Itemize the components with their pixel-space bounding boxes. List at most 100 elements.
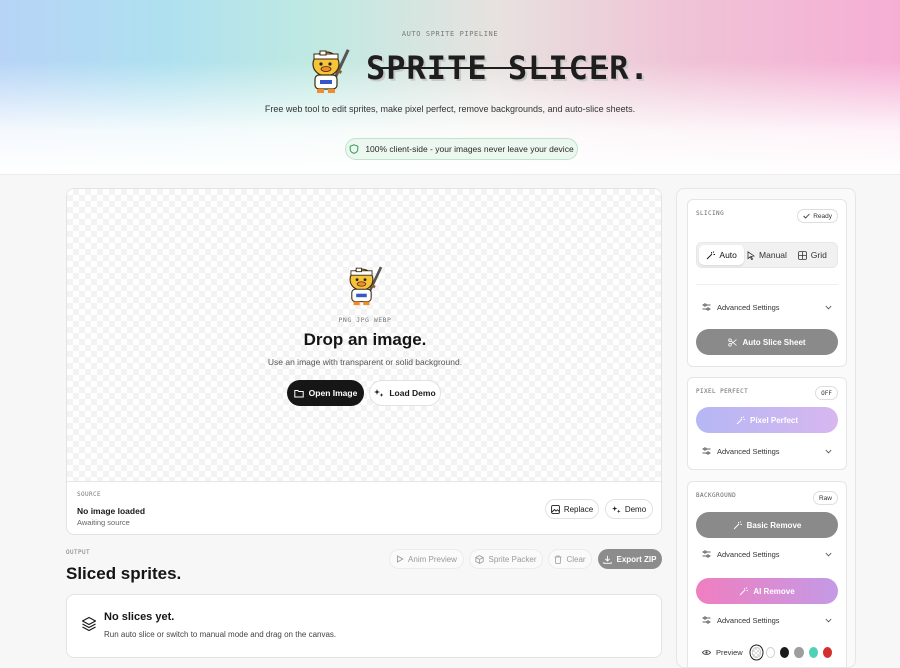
advanced-settings-label: Advanced Settings [717, 549, 780, 559]
folder-open-icon [293, 389, 304, 398]
open-image-label: Open Image [308, 388, 358, 398]
advanced-settings-label: Advanced Settings [717, 446, 780, 456]
chevron-down-icon [825, 618, 832, 623]
pixel-perfect-advanced-settings[interactable]: Advanced Settings [696, 441, 838, 461]
export-zip-label: Export ZIP [616, 554, 657, 564]
advanced-settings-label: Advanced Settings [717, 302, 780, 312]
sparkles-icon [374, 388, 384, 398]
auto-slice-sheet-button[interactable]: Auto Slice Sheet [696, 329, 838, 355]
sliders-icon [702, 616, 711, 624]
empty-slices-card: No slices yet. Run auto slice or switch … [66, 594, 662, 658]
drop-title: Drop an image. [303, 330, 427, 349]
check-icon [803, 213, 810, 219]
advanced-settings-label: Advanced Settings [717, 615, 780, 625]
shield-icon [349, 144, 359, 154]
ai-remove-label: AI Remove [753, 586, 795, 596]
basic-remove-advanced-settings[interactable]: Advanced Settings [696, 544, 838, 564]
ai-remove-button[interactable]: AI Remove [696, 578, 838, 604]
load-demo-button[interactable]: Load Demo [369, 380, 441, 406]
sprite-packer-button[interactable]: Sprite Packer [469, 549, 543, 569]
pixel-perfect-status: OFF [821, 389, 832, 397]
download-icon [603, 555, 613, 564]
demo-button[interactable]: Demo [605, 499, 653, 519]
mode-manual-label: Manual [759, 250, 787, 260]
slicing-status: Ready [813, 212, 832, 220]
mascot-logo [306, 44, 354, 94]
background-status: Raw [818, 494, 832, 502]
mode-tab-grid[interactable]: Grid [790, 245, 835, 265]
preview-label: Preview [716, 647, 743, 657]
source-name: No image loaded [77, 506, 146, 516]
ai-remove-advanced-settings[interactable]: Advanced Settings [696, 610, 838, 630]
empty-title: No slices yet. [104, 611, 175, 623]
supported-formats: PNG JPG WEBP [338, 316, 392, 324]
package-icon [475, 554, 485, 564]
mode-tab-manual[interactable]: Manual [744, 245, 789, 265]
divider [696, 284, 838, 285]
anim-preview-label: Anim Preview [408, 554, 457, 564]
magic-wand-icon [706, 250, 716, 260]
drop-zone[interactable]: PNG JPG WEBP Drop an image. Use an image… [67, 189, 661, 482]
auto-slice-sheet-label: Auto Slice Sheet [742, 337, 806, 347]
clear-button[interactable]: Clear [548, 549, 592, 569]
pixel-perfect-button[interactable]: Pixel Perfect [696, 407, 838, 433]
background-panel: BACKGROUND Raw Basic Remove Advanced Set… [687, 481, 847, 667]
swatch-teal[interactable] [808, 646, 818, 658]
grid-icon [797, 250, 807, 260]
load-demo-label: Load Demo [389, 388, 436, 398]
sliders-icon [702, 550, 711, 558]
drop-subtitle: Use an image with transparent or solid b… [267, 357, 463, 367]
eyebrow-label: AUTO SPRITE PIPELINE [401, 30, 499, 38]
pixel-perfect-label: PIXEL PERFECT [696, 388, 749, 395]
chevron-down-icon [825, 305, 832, 310]
pixel-perfect-status-badge: OFF [815, 386, 838, 400]
sliders-icon [702, 303, 711, 311]
magic-wand-icon [736, 415, 745, 425]
magic-wand-icon [739, 586, 749, 596]
slicing-status-badge: Ready [797, 209, 838, 223]
scissors-icon [728, 338, 738, 347]
play-icon [396, 555, 404, 563]
source-status: Awaiting source [77, 518, 130, 527]
logo-strike-decoration [372, 67, 608, 69]
slicing-mode-selector: Auto Manual Grid [696, 242, 838, 268]
chevron-down-icon [825, 552, 832, 557]
image-icon [550, 504, 560, 514]
swatch-white[interactable] [765, 646, 776, 658]
sparkles-icon [611, 505, 621, 514]
privacy-badge: 100% client-side - your images never lea… [345, 138, 578, 160]
swatch-red[interactable] [822, 646, 832, 658]
magic-wand-icon [733, 520, 742, 530]
tagline: Free web tool to edit sprites, make pixe… [264, 104, 636, 114]
basic-remove-label: Basic Remove [746, 520, 802, 530]
replace-button[interactable]: Replace [545, 499, 599, 519]
trash-icon [554, 555, 562, 564]
sidebar: SLICING Ready Auto Manual Grid Advanced … [676, 188, 856, 668]
swatch-gray[interactable] [794, 646, 804, 658]
slicing-advanced-settings[interactable]: Advanced Settings [696, 297, 838, 317]
pixel-perfect-panel: PIXEL PERFECT OFF Pixel Perfect Advanced… [687, 377, 847, 470]
background-status-badge: Raw [812, 491, 838, 505]
demo-label: Demo [624, 504, 647, 514]
hero-header: AUTO SPRITE PIPELINE SPRITE SLICER. Free… [0, 0, 900, 175]
empty-subtitle: Run auto slice or switch to manual mode … [104, 630, 337, 639]
source-label: SOURCE [77, 491, 102, 498]
basic-remove-button[interactable]: Basic Remove [696, 512, 838, 538]
cursor-icon [747, 250, 756, 260]
output-label: OUTPUT [66, 549, 91, 556]
swatch-transparent[interactable] [751, 646, 761, 658]
drop-zone-mascot [343, 262, 387, 306]
replace-label: Replace [563, 504, 594, 514]
background-label: BACKGROUND [696, 492, 737, 499]
open-image-button[interactable]: Open Image [287, 380, 364, 406]
export-zip-button[interactable]: Export ZIP [598, 549, 662, 569]
swatch-black[interactable] [780, 646, 790, 658]
mode-grid-label: Grid [810, 250, 827, 260]
privacy-text: 100% client-side - your images never lea… [365, 144, 574, 154]
pixel-perfect-action-label: Pixel Perfect [749, 415, 799, 425]
layers-icon [81, 616, 97, 632]
anim-preview-button[interactable]: Anim Preview [389, 549, 464, 569]
mode-tab-auto[interactable]: Auto [699, 245, 745, 265]
slicing-panel: SLICING Ready Auto Manual Grid Advanced … [687, 199, 847, 367]
chevron-down-icon [825, 449, 832, 454]
